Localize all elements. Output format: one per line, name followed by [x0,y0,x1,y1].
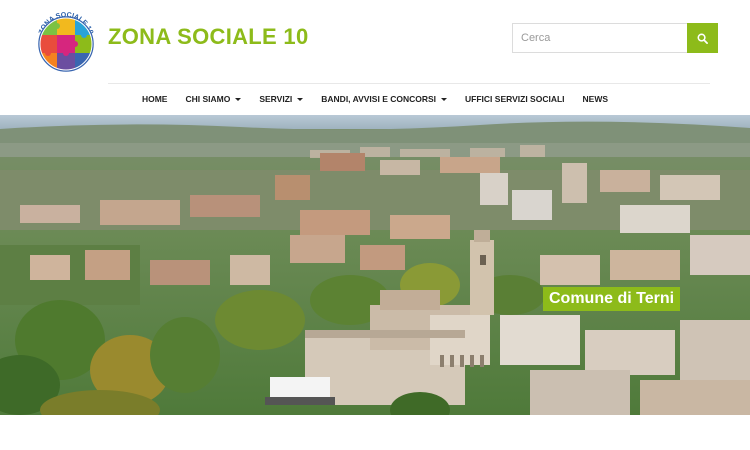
nav-item-label: CHI SIAMO [185,94,231,104]
city-aerial-image [0,115,750,415]
nav-item-label: BANDI, AVVISI E CONCORSI [321,94,437,104]
nav-item-label: NEWS [582,94,609,104]
nav-item-news[interactable]: NEWS [574,94,618,104]
main-nav: HOME CHI SIAMO SERVIZI BANDI, AVVISI E C… [0,84,750,114]
nav-item-label: HOME [141,94,168,104]
caret-down-icon [441,97,448,101]
logo[interactable]: ZONA SOCIALE 10 [33,4,99,72]
nav-item-uffici[interactable]: UFFICI SERVIZI SOCIALI [456,94,574,104]
page: ZONA SOCIALE 10 ZONA S [0,0,750,450]
nav-item-home[interactable]: HOME [133,94,177,104]
search-icon [697,33,708,44]
search-button[interactable] [687,23,718,53]
caret-down-icon [235,97,242,101]
site-title[interactable]: ZONA SOCIALE 10 [108,24,309,50]
nav-item-servizi[interactable]: SERVIZI [250,94,312,104]
hero-caption: Comune di Terni [543,287,681,311]
search-bar [512,23,718,53]
nav-item-bandi[interactable]: BANDI, AVVISI E CONCORSI [312,94,456,104]
nav-item-chi-siamo[interactable]: CHI SIAMO [176,94,250,104]
nav-item-label: SERVIZI [259,94,293,104]
caret-down-icon [297,97,304,101]
hero-banner: Comune di Terni [0,115,750,415]
nav-item-label: UFFICI SERVIZI SOCIALI [465,94,565,104]
site-header: ZONA SOCIALE 10 ZONA S [0,0,750,84]
search-input[interactable] [512,23,687,53]
